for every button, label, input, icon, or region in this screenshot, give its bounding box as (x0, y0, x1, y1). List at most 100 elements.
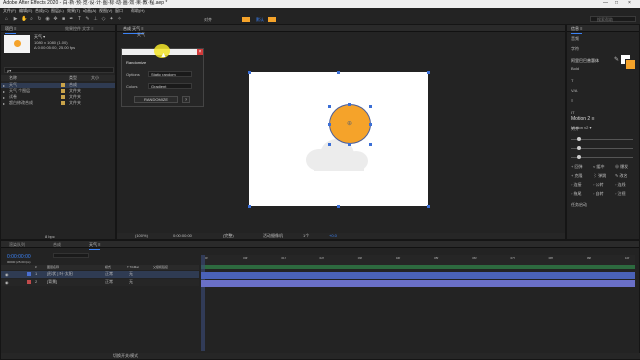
transform-handle[interactable] (348, 103, 351, 106)
tab-timeline-weather[interactable]: 天气 ≡ (89, 242, 101, 250)
home-icon[interactable]: ⌂ (4, 17, 9, 22)
layer-name[interactable]: [形状 ] 叶·太阳 (47, 272, 73, 276)
font-style[interactable]: Bold (571, 67, 579, 71)
layer-mode[interactable]: 正常 (105, 280, 113, 284)
eyedropper-icon[interactable]: ✎ (614, 56, 619, 63)
layer-color-swatch[interactable] (27, 280, 31, 284)
project-item[interactable]: ▸ 天气 个图层 文件夹 (1, 89, 115, 95)
project-search-input[interactable]: ρ▾ (4, 67, 114, 73)
pen-tool-icon[interactable]: ✒ (69, 17, 74, 22)
project-item[interactable]: ▸ 超白修改合成 文件夹 (1, 101, 115, 107)
canvas-handle[interactable] (337, 71, 340, 74)
views[interactable]: 1个 (303, 234, 309, 238)
search-help-input[interactable]: 搜索帮助 (590, 16, 636, 22)
font-family[interactable]: 阿里巴巴普惠体 (571, 59, 599, 63)
hand-tool-icon[interactable]: ✋ (21, 17, 27, 22)
layer-track-bar[interactable] (201, 272, 635, 279)
stamp-tool-icon[interactable]: ⊥ (93, 17, 98, 22)
time-ruler[interactable]: 0f 00f 01f 02f 03f 04f 05f 06f 07f 08f 09f 10f (201, 255, 635, 265)
bpc-label[interactable]: 8 bpc (45, 235, 55, 239)
layer-name[interactable]: [背景] (47, 280, 57, 284)
current-time[interactable]: 0:00:00:00 (173, 234, 192, 238)
options-select[interactable]: Static random (148, 71, 192, 77)
canvas-handle[interactable] (427, 71, 430, 74)
canvas-handle[interactable] (248, 71, 251, 74)
transform-handle[interactable] (328, 143, 331, 146)
layer-track-bar[interactable] (201, 280, 635, 287)
layer-row[interactable]: ◉ 2 [背景] 正常 无 (1, 279, 199, 286)
work-area-bar[interactable] (201, 265, 635, 269)
tab-effect-controls[interactable]: 效果控件 文字 ≡ (65, 26, 94, 32)
workspace-standard-icon[interactable] (268, 17, 276, 22)
transform-handle[interactable] (369, 123, 372, 126)
colors-select[interactable]: Gradient (148, 83, 192, 89)
motion-effect-button[interactable]: + 回弹 (571, 165, 582, 169)
font-size-icon[interactable]: T (571, 79, 573, 83)
transform-handle[interactable] (369, 105, 372, 108)
eye-icon[interactable]: ◉ (5, 280, 9, 285)
motion-version[interactable]: Motion v2 ▾ (571, 126, 591, 130)
menu-item[interactable]: 图层(L) (51, 9, 64, 13)
transform-handle[interactable] (348, 143, 351, 146)
zoom-tool-icon[interactable]: ⌕ (29, 17, 34, 22)
motion-effect-button[interactable]: ◦ 连接 (571, 183, 582, 187)
tab-render-queue[interactable]: 渲染队列 (9, 242, 25, 248)
motion-effect-button[interactable]: ◦ 注视 (615, 192, 626, 196)
transform-handle[interactable] (369, 143, 372, 146)
tab-comp[interactable]: 合成 (53, 242, 61, 248)
menu-item[interactable]: 文件(F) (3, 9, 16, 13)
section-audio[interactable]: 音频 (571, 37, 579, 41)
motion-effect-button[interactable]: ◦ 拖尾 (571, 192, 582, 196)
menu-item[interactable]: 合成(C) (35, 9, 49, 13)
menu-item[interactable]: 动画(A) (83, 9, 96, 13)
zoom-level[interactable]: (100%) (135, 234, 148, 238)
motion-effect-button[interactable]: + 克隆 (571, 174, 582, 178)
shape-tool-icon[interactable]: ■ (61, 17, 66, 22)
canvas-handle[interactable] (427, 205, 430, 208)
workspace-default-icon[interactable] (242, 17, 250, 22)
layer-mode[interactable]: 正常 (105, 272, 113, 276)
anchor-point-icon[interactable]: ⊕ (347, 120, 352, 127)
snap-label[interactable]: 对齐 (204, 18, 212, 22)
close-button[interactable]: × (628, 1, 631, 6)
camera-tool-icon[interactable]: ◉ (45, 17, 50, 22)
tab-info[interactable]: 信息 ≡ (571, 26, 583, 34)
text-tool-icon[interactable]: T (77, 17, 82, 22)
layer-row[interactable]: ◉ 1 [形状 ] 叶·太阳 正常 无 (1, 271, 199, 278)
stroke-width-icon[interactable]: ≡ (571, 99, 573, 103)
motion-effect-button[interactable]: ◦ 自转 (593, 192, 604, 196)
menu-item[interactable]: 视图(V) (99, 9, 112, 13)
motion-effect-button[interactable]: ✎ 改名 (615, 174, 627, 178)
label-color-swatch[interactable] (61, 101, 65, 105)
slider-handle[interactable] (577, 137, 581, 141)
column-type[interactable]: 类型 (69, 76, 77, 80)
workspace-default[interactable]: 默认 (256, 18, 264, 22)
label-color-swatch[interactable] (61, 95, 65, 99)
comp-canvas[interactable]: ⊕ (249, 72, 428, 206)
motion-effect-button[interactable]: ≈ 缓冲 (593, 165, 604, 169)
stroke-color-swatch[interactable] (625, 59, 636, 70)
motion-effect-button[interactable]: ◦ 连线 (615, 183, 626, 187)
comp-breadcrumb[interactable]: 天气 (137, 33, 145, 37)
randomize-button[interactable]: RANDOMIZE (134, 96, 178, 103)
active-camera[interactable]: 活动摄像机 (263, 234, 283, 238)
playhead[interactable] (201, 255, 205, 351)
brush-tool-icon[interactable]: ✎ (85, 17, 90, 22)
tab-project[interactable]: 项目 ≡ (5, 26, 17, 34)
maximize-button[interactable]: □ (615, 1, 618, 6)
label-color-swatch[interactable] (61, 89, 65, 93)
puppet-tool-icon[interactable]: ✧ (117, 17, 122, 22)
layer-trkmat[interactable]: 无 (129, 272, 133, 276)
motion-effect-button[interactable]: ⌇ 弹跳 (593, 174, 606, 178)
task-start[interactable]: 任务启动 (571, 203, 587, 207)
slider-handle[interactable] (577, 155, 581, 159)
motion-effect-button[interactable]: ⊕ 爆发 (615, 165, 628, 169)
label-color-swatch[interactable] (61, 83, 65, 87)
help-button[interactable]: ? (182, 96, 190, 103)
column-name[interactable]: 名称 (9, 76, 17, 80)
transform-handle[interactable] (328, 123, 331, 126)
resolution[interactable]: (完整) (223, 234, 234, 238)
scale-icon[interactable]: IT (571, 111, 575, 115)
eraser-tool-icon[interactable]: ◇ (101, 17, 106, 22)
menu-item[interactable]: 编辑(E) (19, 9, 32, 13)
